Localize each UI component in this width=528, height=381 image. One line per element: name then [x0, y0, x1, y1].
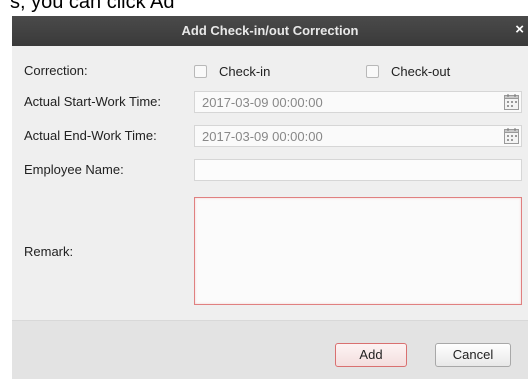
dialog-titlebar[interactable]: Add Check-in/out Correction × [12, 16, 528, 46]
end-time-value: 2017-03-09 00:00:00 [202, 129, 323, 144]
remark-label: Remark: [24, 244, 74, 259]
calendar-icon[interactable] [504, 94, 519, 110]
cancel-button[interactable]: Cancel [435, 343, 511, 367]
start-time-label: Actual Start-Work Time: [24, 94, 162, 109]
add-button[interactable]: Add [335, 343, 407, 367]
end-time-label: Actual End-Work Time: [24, 128, 157, 143]
employee-name-field[interactable] [194, 159, 522, 181]
check-in-checkbox[interactable] [194, 64, 207, 78]
check-out-option[interactable]: Check-out [366, 63, 450, 79]
start-time-value: 2017-03-09 00:00:00 [202, 95, 323, 110]
dialog-title: Add Check-in/out Correction [181, 23, 359, 38]
background-text-content: s, you can click Ad [10, 0, 175, 13]
remark-textarea[interactable] [194, 197, 522, 305]
dialog-footer: Add Cancel [12, 320, 528, 379]
end-time-field[interactable]: 2017-03-09 00:00:00 [194, 125, 522, 147]
calendar-icon[interactable] [504, 128, 519, 144]
employee-name-label: Employee Name: [24, 162, 124, 177]
add-check-in-out-correction-dialog: Add Check-in/out Correction × Correction… [12, 16, 528, 379]
check-out-label: Check-out [391, 63, 451, 79]
check-in-option[interactable]: Check-in [194, 63, 270, 79]
close-icon[interactable]: × [515, 21, 524, 38]
start-time-field[interactable]: 2017-03-09 00:00:00 [194, 91, 522, 113]
check-out-checkbox[interactable] [366, 64, 379, 78]
correction-label: Correction: [24, 63, 88, 78]
check-in-label: Check-in [219, 63, 271, 79]
